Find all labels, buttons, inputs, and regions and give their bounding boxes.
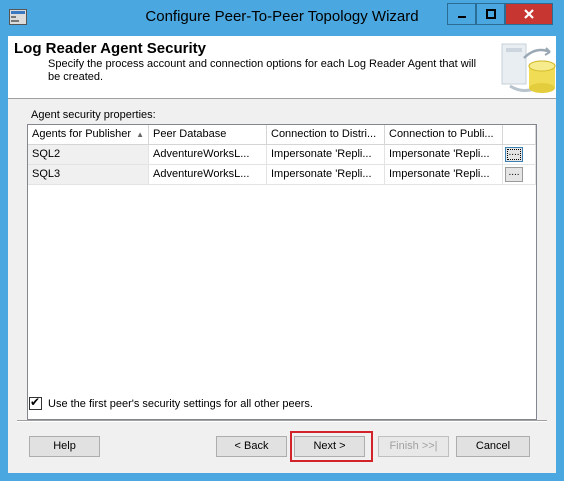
database-sync-icon	[501, 43, 556, 93]
edit-security-button[interactable]: ....	[505, 147, 523, 162]
use-first-peer-option[interactable]: ✔ Use the first peer's security settings…	[29, 395, 313, 410]
page-title: Log Reader Agent Security	[14, 40, 206, 57]
back-button[interactable]: < Back	[216, 436, 287, 457]
action-cell: ....	[503, 165, 536, 185]
peer-database-cell[interactable]: AdventureWorksL...	[149, 145, 267, 165]
next-button-highlight	[290, 431, 373, 462]
use-first-peer-label[interactable]: Use the first peer's security settings f…	[48, 398, 313, 410]
wizard-content: Log Reader Agent Security Specify the pr…	[8, 36, 556, 473]
agent-security-properties-label: Agent security properties:	[31, 109, 156, 121]
table-row[interactable]: SQL3 AdventureWorksL... Impersonate 'Rep…	[28, 165, 536, 185]
help-button[interactable]: Help	[29, 436, 100, 457]
minimize-icon	[457, 16, 466, 18]
close-icon	[524, 9, 534, 19]
finish-button[interactable]: Finish >>|	[378, 436, 449, 457]
publisher-cell[interactable]: SQL3	[28, 165, 149, 185]
publisher-connection-cell[interactable]: Impersonate 'Repli...	[385, 145, 503, 165]
distributor-connection-cell[interactable]: Impersonate 'Repli...	[267, 145, 385, 165]
column-header-connection-to-publisher[interactable]: Connection to Publi...	[385, 125, 503, 145]
publisher-cell[interactable]: SQL2	[28, 145, 149, 165]
use-first-peer-checkbox[interactable]: ✔	[29, 395, 42, 410]
wizard-window: Configure Peer-To-Peer Topology Wizard L…	[0, 0, 564, 481]
table-row[interactable]: SQL2 AdventureWorksL... Impersonate 'Rep…	[28, 145, 536, 165]
sort-ascending-icon: ▲	[136, 130, 144, 139]
agent-security-grid: Agents for Publisher ▲ Peer Database Con…	[27, 124, 537, 420]
footer-divider	[17, 420, 547, 422]
title-bar[interactable]: Configure Peer-To-Peer Topology Wizard	[0, 0, 564, 36]
checkmark-icon: ✔	[30, 395, 41, 409]
column-header-peer-database[interactable]: Peer Database	[149, 125, 267, 145]
edit-security-button[interactable]: ....	[505, 167, 523, 182]
column-header-connection-to-distributor[interactable]: Connection to Distri...	[267, 125, 385, 145]
column-header-agents-for-publisher[interactable]: Agents for Publisher ▲	[28, 125, 149, 145]
column-header-label: Agents for Publisher	[32, 128, 132, 140]
column-header-actions	[503, 125, 536, 145]
publisher-connection-cell[interactable]: Impersonate 'Repli...	[385, 165, 503, 185]
close-button[interactable]	[505, 3, 553, 25]
page-header: Log Reader Agent Security Specify the pr…	[8, 36, 556, 99]
action-cell: ....	[503, 145, 536, 165]
grid-header-row: Agents for Publisher ▲ Peer Database Con…	[28, 125, 536, 145]
maximize-icon	[485, 9, 496, 19]
minimize-button[interactable]	[447, 3, 476, 25]
maximize-button[interactable]	[476, 3, 505, 25]
page-description: Specify the process account and connecti…	[48, 58, 477, 83]
distributor-connection-cell[interactable]: Impersonate 'Repli...	[267, 165, 385, 185]
peer-database-cell[interactable]: AdventureWorksL...	[149, 165, 267, 185]
cancel-button[interactable]: Cancel	[456, 436, 530, 457]
